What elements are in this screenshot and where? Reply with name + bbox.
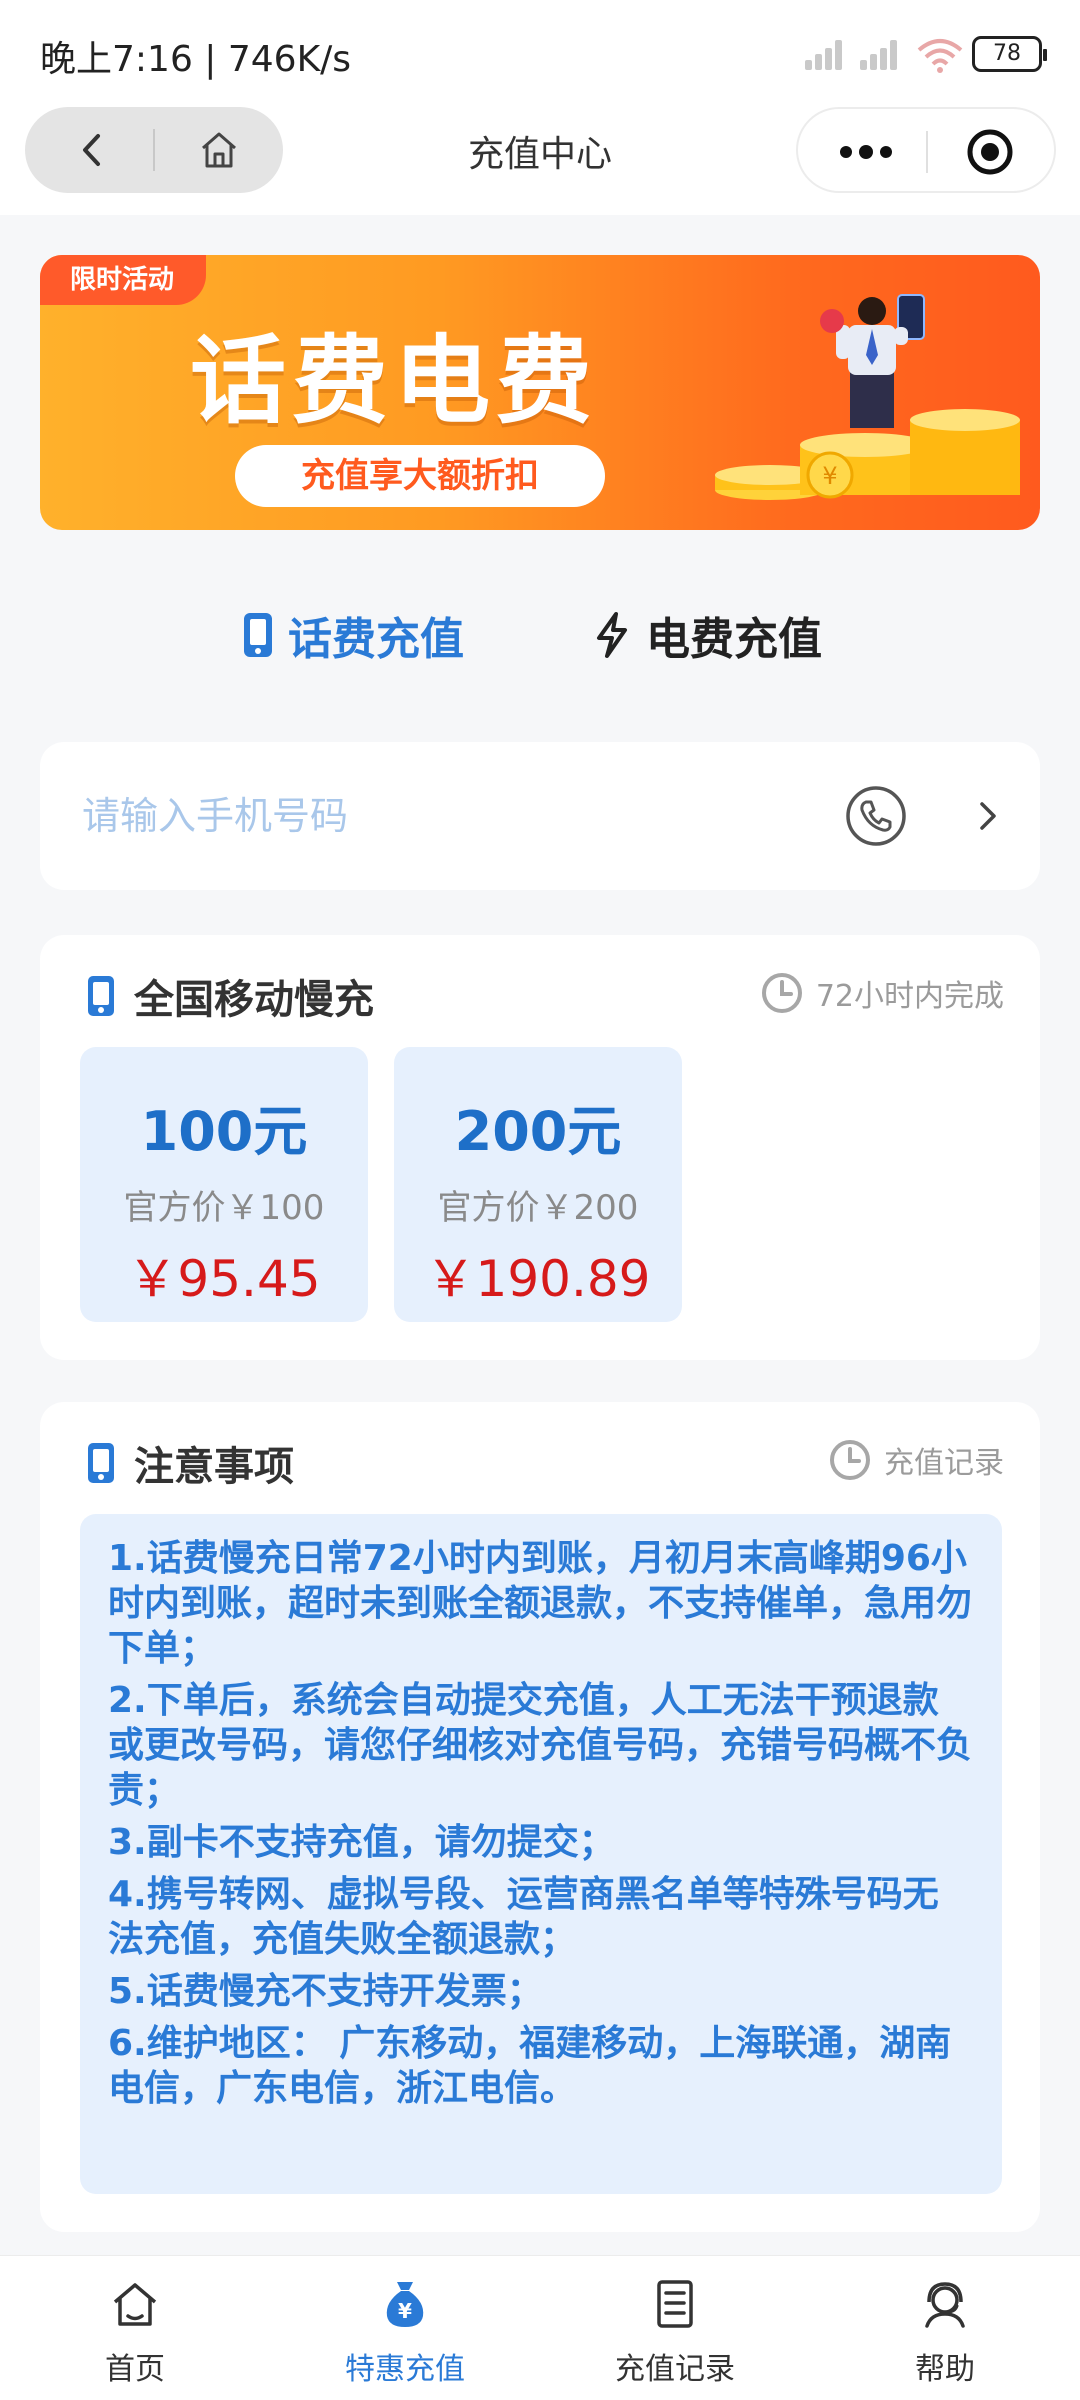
banner-subtitle: 充值享大额折扣 <box>235 445 605 507</box>
banner-badge: 限时活动 <box>40 255 207 305</box>
document-icon <box>657 2280 693 2328</box>
target-icon <box>967 129 1013 175</box>
phone-icon <box>88 1443 114 1483</box>
home-icon <box>113 2283 157 2326</box>
clock-icon <box>830 1440 870 1480</box>
recharge-option-100[interactable]: 100元 官方价￥100 ￥95.45 <box>80 1047 368 1322</box>
recharge-option-200[interactable]: 200元 官方价￥200 ￥190.89 <box>394 1047 682 1322</box>
clock-icon <box>761 973 802 1013</box>
svg-text:¥: ¥ <box>398 2299 412 2323</box>
section-header: 注意事项 <box>86 1434 294 1492</box>
bottom-tab-bar: 首页 ¥ 特惠充值 充值记录 帮助 <box>0 2255 1080 2400</box>
tab-label: 电费充值 <box>646 614 822 665</box>
battery-indicator: 78 <box>972 36 1047 72</box>
phone-icon <box>244 613 272 657</box>
delivery-eta: 72小时内完成 <box>760 971 1004 1015</box>
tab-label: 话费充值 <box>288 614 464 665</box>
note-item: 6.维护地区： 广东移动，福建移动，上海联通，湖南电信，广东电信，浙江电信。 <box>108 2023 952 2109</box>
option-official-price: 官方价￥200 <box>437 1188 639 1228</box>
phone-number-input[interactable] <box>82 786 842 846</box>
phone-input-arrow[interactable] <box>960 788 1016 844</box>
status-time: 晚上7:16 | 746K/s <box>40 39 352 80</box>
divider <box>926 131 928 173</box>
contacts-button[interactable] <box>838 778 914 854</box>
option-amount: 100元 <box>140 1100 308 1163</box>
option-sale-price: ￥95.45 <box>127 1250 321 1308</box>
note-item: 1.话费慢充日常72小时内到账，月初月末高峰期96小时内到账，超时未到账全额退款… <box>108 1538 973 1669</box>
tabbar-label: 帮助 <box>915 2352 975 2387</box>
more-dots-icon <box>840 145 892 159</box>
businessman-coins-illustration: ¥ <box>715 294 1020 500</box>
tabbar-item-records[interactable]: 充值记录 <box>540 2266 810 2396</box>
lightning-icon <box>597 612 627 658</box>
wifi-icon <box>917 39 963 73</box>
notes-card: 注意事项 充值记录 1.话费慢充日常72小时内到账，月初月末高峰期96小时内到账… <box>40 1402 1040 2232</box>
phone-input-card <box>40 742 1040 890</box>
nav-bar: 充值中心 <box>0 105 1080 215</box>
records-link-label: 充值记录 <box>884 1446 1004 1481</box>
promo-banner[interactable]: 限时活动 话费电费 充值享大额折扣 ¥ <box>40 255 1040 530</box>
more-button[interactable] <box>806 109 926 195</box>
notes-list: 1.话费慢充日常72小时内到账，月初月末高峰期96小时内到账，超时未到账全额退款… <box>80 1514 1002 2194</box>
tabbar-label: 特惠充值 <box>345 2352 465 2387</box>
tabbar-item-help[interactable]: 帮助 <box>810 2266 1080 2396</box>
option-sale-price: ￥190.89 <box>425 1250 651 1308</box>
status-bar: 晚上7:16 | 746K/s 78 <box>0 0 1080 105</box>
close-miniprogram-button[interactable] <box>930 109 1050 195</box>
capsule-menu <box>796 107 1056 193</box>
banner-headline: 话费电费 <box>190 325 598 437</box>
tab-phone-recharge[interactable]: 话费充值 <box>242 590 464 680</box>
tabbar-item-deals[interactable]: ¥ 特惠充值 <box>270 2266 540 2396</box>
option-official-price: 官方价￥100 <box>123 1188 325 1228</box>
recharge-tabs: 话费充值 电费充值 <box>0 590 1080 680</box>
note-item: 3.副卡不支持充值，请勿提交； <box>108 1822 615 1863</box>
section-title: 全国移动慢充 <box>134 977 374 1023</box>
tabbar-label: 首页 <box>105 2352 165 2387</box>
chevron-right-icon <box>980 802 996 830</box>
tabbar-item-home[interactable]: 首页 <box>0 2266 270 2396</box>
product-card: 全国移动慢充 72小时内完成 100元 官方价￥100 ￥95.45 200元 … <box>40 935 1040 1360</box>
tabbar-label: 充值记录 <box>615 2352 735 2387</box>
recharge-records-link[interactable]: 充值记录 <box>828 1438 1004 1482</box>
phone-call-icon <box>846 786 906 846</box>
note-item: 5.话费慢充不支持开发票； <box>108 1971 543 2012</box>
note-item: 2.下单后，系统会自动提交充值，人工无法干预退款或更改号码，请您仔细核对充值号码… <box>108 1680 973 1811</box>
tab-electricity-recharge[interactable]: 电费充值 <box>592 590 822 680</box>
section-title: 注意事项 <box>134 1444 294 1490</box>
note-item: 4.携号转网、虚拟号段、运营商黑名单等特殊号码无法充值，充值失败全额退款； <box>108 1874 939 1960</box>
phone-icon <box>88 976 114 1016</box>
support-agent-icon <box>925 2282 965 2328</box>
signal-icon <box>805 40 849 70</box>
eta-text: 72小时内完成 <box>815 979 1004 1014</box>
svg-text:¥: ¥ <box>822 462 837 490</box>
option-amount: 200元 <box>454 1100 622 1163</box>
money-bag-icon: ¥ <box>386 2282 424 2327</box>
section-header: 全国移动慢充 <box>86 967 374 1025</box>
signal-icon <box>860 40 904 70</box>
